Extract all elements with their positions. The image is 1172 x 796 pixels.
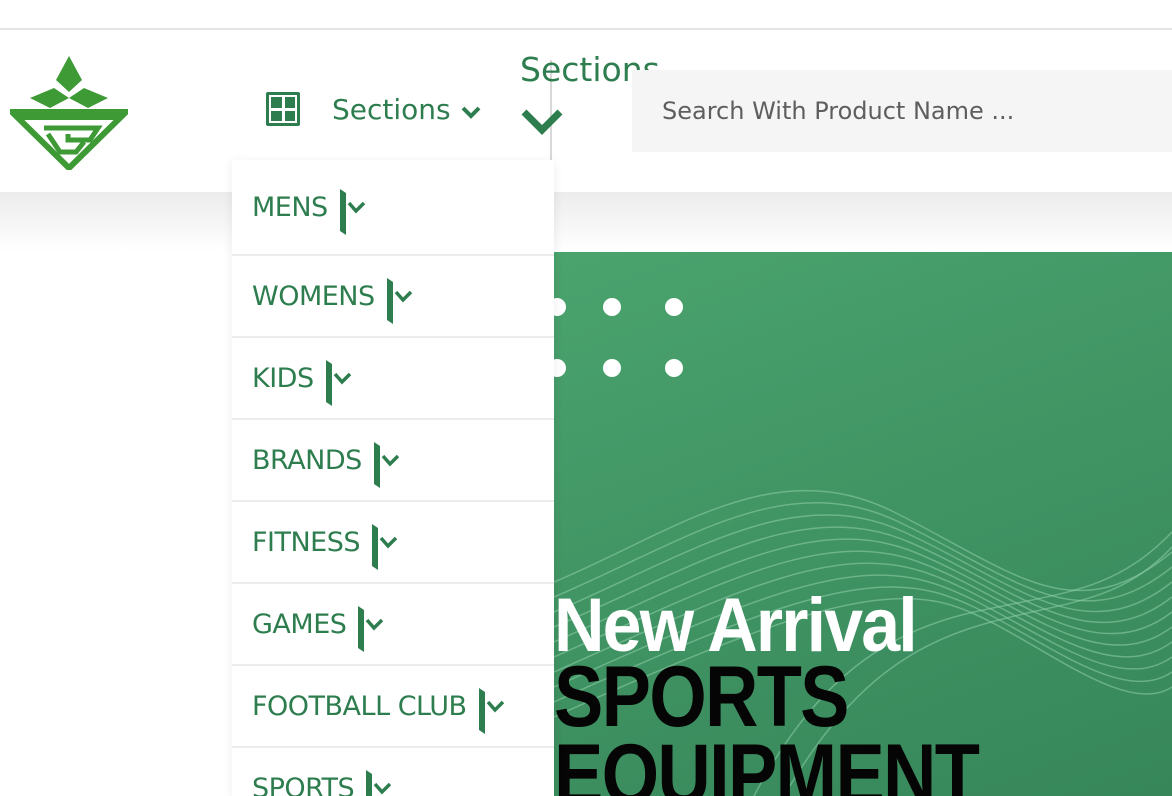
menu-item-games[interactable]: GAMES	[232, 584, 554, 666]
top-strip	[0, 0, 1172, 30]
menu-item-womens[interactable]: WOMENS	[232, 256, 554, 338]
hero-banner[interactable]: New Arrival SPORTS EQUIPMENT	[554, 252, 1172, 796]
caret-down-icon	[339, 189, 365, 235]
sections-button[interactable]: Sections	[266, 84, 481, 134]
sections-label: Sections	[332, 92, 451, 126]
chevron-down-icon-large[interactable]	[520, 106, 564, 136]
decor-dot	[665, 298, 683, 316]
menu-item-fitness[interactable]: FITNESS	[232, 502, 554, 584]
chevron-down-icon	[461, 106, 481, 119]
menu-item-brands[interactable]: BRANDS	[232, 420, 554, 502]
menu-item-label: KIDS	[252, 362, 314, 394]
decor-dot	[665, 359, 683, 377]
menu-item-label: GAMES	[252, 608, 347, 640]
menu-item-label: SPORTS	[252, 772, 355, 796]
menu-item-label: WOMENS	[252, 280, 375, 312]
logo-icon[interactable]	[10, 54, 128, 170]
menu-item-football-club[interactable]: FOOTBALL CLUB	[232, 666, 554, 748]
grid-icon	[266, 92, 300, 126]
menu-item-kids[interactable]: KIDS	[232, 338, 554, 420]
header-shadow	[0, 192, 1172, 252]
decor-dot	[603, 298, 621, 316]
menu-item-label: MENS	[252, 191, 328, 223]
search-input[interactable]	[632, 70, 1172, 152]
caret-down-icon	[386, 278, 412, 324]
hero-subheadline-2: EQUIPMENT	[554, 727, 980, 796]
caret-down-icon	[373, 442, 400, 488]
menu-item-label: BRANDS	[252, 444, 362, 476]
caret-down-icon	[478, 688, 504, 734]
caret-down-icon	[366, 770, 392, 796]
caret-down-icon	[372, 524, 398, 570]
sections-dropdown-menu: MENS WOMENS KIDS BRANDS FITNESS GAMES FO…	[232, 160, 554, 796]
menu-item-label: FITNESS	[252, 526, 361, 558]
caret-down-icon	[358, 606, 384, 652]
menu-item-mens[interactable]: MENS	[232, 160, 554, 256]
caret-down-icon	[325, 360, 351, 406]
menu-item-label: FOOTBALL CLUB	[252, 690, 467, 722]
menu-item-sports[interactable]: SPORTS	[232, 748, 554, 796]
decor-dot	[603, 359, 621, 377]
